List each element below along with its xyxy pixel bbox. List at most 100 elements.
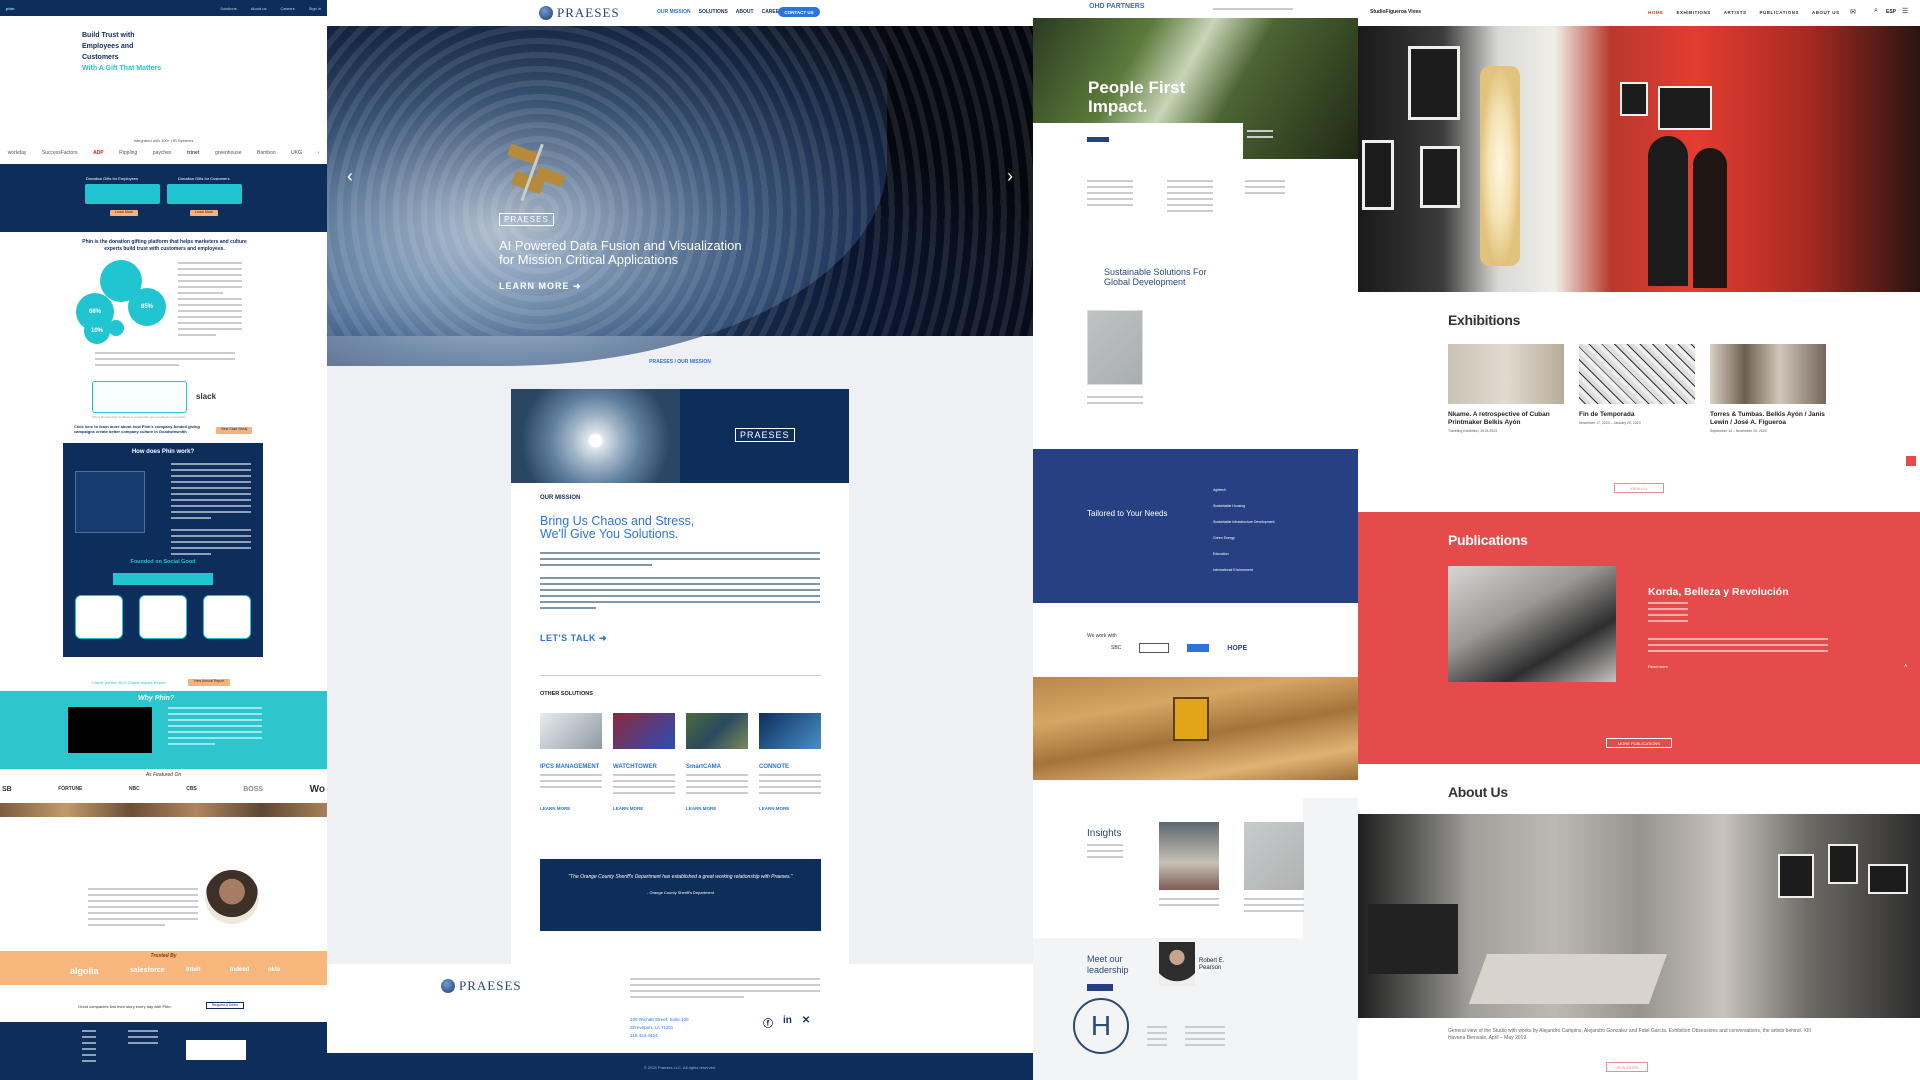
linkedin-icon[interactable]: in — [783, 1015, 792, 1030]
read-more-link[interactable]: Read more — [1648, 664, 1668, 669]
ohd-footer-logo[interactable]: H — [1073, 998, 1129, 1054]
insight-image[interactable] — [1244, 822, 1304, 890]
why-title: Why Phin? — [138, 695, 175, 702]
view-all-button[interactable]: VIEW ALL — [1614, 483, 1664, 493]
x-twitter-icon[interactable]: ✕ — [802, 1015, 810, 1030]
ceo-name: Robert E. Pearson — [1199, 958, 1225, 971]
menu-item-artists[interactable]: ARTISTS — [1724, 10, 1747, 15]
solution-title: CONNOTE — [759, 764, 789, 770]
exhibition-card[interactable]: Nkame. A retrospective of Cuban Printmak… — [1448, 344, 1564, 433]
slack-logo: slack — [196, 392, 217, 401]
service-item[interactable]: Green Energy — [1213, 530, 1274, 546]
menu-item-solutions[interactable]: SOLUTIONS — [699, 9, 728, 15]
praeses-hero: ‹ › PRAESES AI Powered Data Fusion and V… — [327, 26, 1033, 366]
newsletter-form[interactable] — [186, 1040, 246, 1060]
partner-logo: trinet — [186, 150, 200, 156]
footer-links[interactable] — [1147, 1026, 1167, 1050]
footer-logo[interactable]: PRAESES — [441, 978, 522, 994]
framed-photo — [1420, 146, 1460, 208]
solution-card[interactable]: WATCHTOWER LEARN MORE — [613, 713, 675, 811]
menu-item-exhibitions[interactable]: EXHIBITIONS — [1677, 10, 1711, 15]
menu-item-about[interactable]: ABOUT US — [1812, 10, 1840, 15]
solution-card[interactable]: CONNOTE LEARN MORE — [759, 713, 821, 811]
search-icon[interactable]: ⌕ — [1874, 7, 1878, 15]
nav-link-about[interactable]: About us — [251, 6, 267, 11]
contact-us-button[interactable]: CONTACT US — [778, 7, 820, 17]
more-publications-button[interactable]: MORE PUBLICATIONS — [1606, 738, 1672, 748]
scroll-top-button[interactable] — [1906, 456, 1916, 466]
sustainable-line: Sustainable Solutions For — [1104, 267, 1207, 277]
exhibition-card[interactable]: Fin de Temporada November 17, 2023 – Jan… — [1579, 344, 1695, 425]
menu-item-publications[interactable]: PUBLICATIONS — [1760, 10, 1799, 15]
menu-item-about[interactable]: ABOUT — [736, 9, 754, 15]
featured-title: As Featured On — [145, 772, 182, 778]
logo-text: PRAESES — [557, 5, 620, 20]
learn-more-button[interactable]: Learn More — [110, 210, 138, 216]
leadership-button[interactable] — [1087, 984, 1113, 991]
view-more-button[interactable]: VIEW MORE — [1606, 1062, 1648, 1072]
chevron-up-icon[interactable]: ˄ — [1904, 664, 1908, 670]
cloud-texture — [327, 26, 1033, 336]
footer-links[interactable] — [82, 1030, 96, 1066]
carousel-prev-icon[interactable]: ‹ — [347, 166, 353, 187]
carousel-next-icon[interactable]: › — [1007, 166, 1013, 187]
phin-logo[interactable]: phin — [6, 6, 14, 11]
pillar-text — [1087, 180, 1133, 210]
learn-more-button[interactable]: Learn More — [190, 210, 218, 216]
ohd-logo[interactable]: OHD PARTNERS — [1089, 3, 1144, 10]
menu-icon[interactable]: ☰ — [1902, 7, 1908, 15]
pillar-text — [1245, 180, 1285, 198]
annual-report-button[interactable]: View Annual Report — [188, 679, 230, 686]
lets-talk-link[interactable]: LET'S TALK ➜ — [540, 633, 607, 644]
video-player[interactable] — [68, 707, 152, 753]
insight-image[interactable] — [1159, 822, 1219, 890]
solution-card[interactable]: SmartCAMA LEARN MORE — [686, 713, 748, 811]
service-item[interactable]: Agritech — [1213, 482, 1274, 498]
solution-learn-more[interactable]: LEARN MORE — [759, 806, 821, 811]
solution-learn-more[interactable]: LEARN MORE — [613, 806, 675, 811]
phone[interactable]: 318.424.4424 — [630, 1032, 689, 1040]
exhibition-date: November 17, 2023 – January 20, 2024 — [1579, 421, 1641, 425]
phin-footer — [0, 1022, 327, 1080]
chevron-right-icon[interactable]: › — [318, 150, 320, 156]
menu-item-our-mission[interactable]: OUR MISSION — [657, 9, 691, 15]
case-study-button[interactable]: View Case Study — [216, 427, 252, 434]
nav-link-solutions[interactable]: Solutions — [220, 6, 236, 11]
phin-site-panel: phin Solutions About us Careers Sign in … — [0, 0, 327, 1080]
partner-logo-badge — [1139, 643, 1170, 653]
slack-text-block — [95, 352, 235, 370]
learn-more-button[interactable]: LEARN MORE ➜ — [499, 281, 582, 292]
solution-learn-more[interactable]: LEARN MORE — [686, 806, 748, 811]
service-item[interactable]: International Environment — [1213, 562, 1274, 578]
learn-more-label: LEARN MORE — [499, 281, 570, 291]
studio-gallery-image — [1358, 814, 1920, 1018]
service-item[interactable]: Sustainable Housing — [1213, 498, 1274, 514]
studio-logo[interactable]: StudioFigueroa Vives — [1370, 9, 1421, 15]
exhibition-card[interactable]: Torres & Tumbas. Belkis Ayón / Janis Lew… — [1710, 344, 1826, 433]
service-item[interactable]: Sustainable Infrastructure Development — [1213, 514, 1274, 530]
facebook-icon[interactable]: ⓕ — [763, 1015, 773, 1030]
how-text — [171, 529, 251, 559]
solution-card[interactable]: IPCS MANAGEMENT LEARN MORE — [540, 713, 602, 811]
ohd-menu[interactable] — [1213, 8, 1293, 14]
service-item[interactable]: Education — [1213, 546, 1274, 562]
phin-hero: Build Trust with Employees and Customers… — [82, 30, 161, 74]
partner-logo-badge — [1187, 644, 1210, 652]
solution-learn-more[interactable]: LEARN MORE — [540, 806, 602, 811]
sustainable-line: Global Development — [1104, 277, 1186, 287]
nav-link-careers[interactable]: Careers — [281, 6, 295, 11]
leadership-heading: Meet our leadership — [1087, 954, 1129, 976]
praeses-logo[interactable]: PRAESES — [539, 5, 620, 21]
press-logo: BOSS — [243, 785, 264, 793]
hurricane-image — [511, 389, 680, 483]
sustainable-heading: Sustainable Solutions For Global Developm… — [1104, 267, 1207, 287]
menu-item-home[interactable]: HOME — [1648, 10, 1664, 15]
mail-icon[interactable]: ✉ — [1850, 8, 1856, 16]
request-demo-button[interactable]: Request A Demo — [206, 1002, 244, 1009]
hero-button[interactable] — [1087, 137, 1109, 142]
language-switch[interactable]: ESP — [1886, 9, 1896, 15]
footer-social[interactable] — [128, 1030, 158, 1048]
hero-lower-box — [1033, 123, 1243, 177]
book-cover-image[interactable] — [1448, 566, 1616, 682]
nav-link-signin[interactable]: Sign in — [309, 6, 321, 11]
